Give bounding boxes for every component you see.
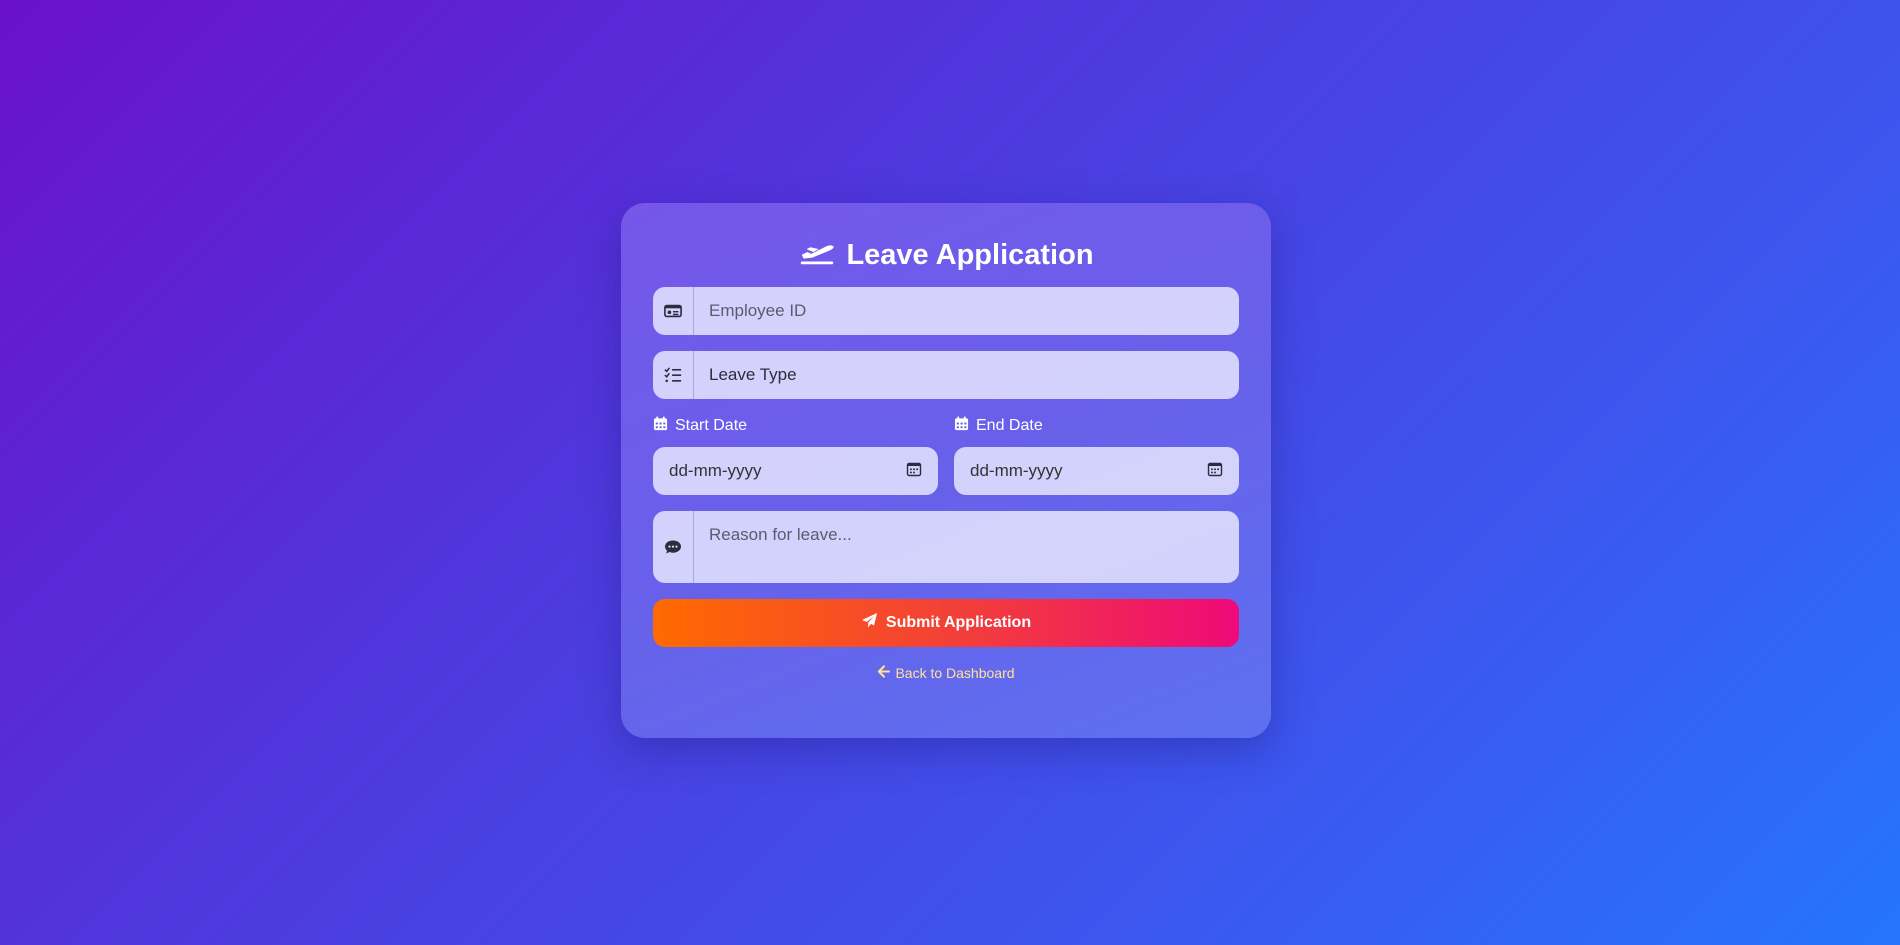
date-range-row: Start Date dd-mm-yyyy End Date dd-mm-yyy…: [653, 415, 1239, 495]
plane-departure-icon: [798, 235, 836, 275]
calendar-icon: [653, 416, 668, 436]
start-date-label-text: Start Date: [675, 417, 748, 434]
back-to-dashboard-link[interactable]: Back to Dashboard: [653, 665, 1239, 681]
calendar-picker-icon[interactable]: [1207, 461, 1223, 482]
back-to-dashboard-label: Back to Dashboard: [895, 665, 1015, 681]
end-date-group: End Date dd-mm-yyyy: [954, 415, 1239, 495]
calendar-picker-icon[interactable]: [906, 461, 922, 482]
start-date-value: dd-mm-yyyy: [669, 461, 762, 480]
comment-dots-icon: [653, 511, 694, 583]
end-date-input[interactable]: dd-mm-yyyy: [954, 447, 1239, 495]
arrow-left-icon: [877, 665, 891, 681]
submit-application-label: Submit Application: [885, 614, 1032, 631]
id-card-icon: [653, 287, 694, 335]
submit-application-button[interactable]: Submit Application: [653, 599, 1239, 647]
leave-type-field[interactable]: Leave Type: [653, 351, 1239, 399]
leave-application-card: Leave Application Leave Type: [621, 203, 1271, 738]
start-date-label: Start Date: [653, 415, 938, 437]
tasks-list-icon: [653, 351, 694, 399]
reason-field: [653, 511, 1239, 583]
end-date-label: End Date: [954, 415, 1239, 437]
end-date-label-text: End Date: [976, 417, 1043, 434]
paper-plane-icon: [861, 612, 878, 634]
calendar-icon: [954, 416, 969, 436]
form-title: Leave Application: [653, 233, 1239, 277]
form-title-text: Leave Application: [846, 238, 1094, 271]
start-date-input[interactable]: dd-mm-yyyy: [653, 447, 938, 495]
leave-type-select[interactable]: Leave Type: [694, 351, 1239, 399]
employee-id-input[interactable]: [694, 287, 1239, 335]
start-date-group: Start Date dd-mm-yyyy: [653, 415, 938, 495]
employee-id-field: [653, 287, 1239, 335]
reason-textarea[interactable]: [694, 511, 1239, 583]
end-date-value: dd-mm-yyyy: [970, 461, 1063, 480]
